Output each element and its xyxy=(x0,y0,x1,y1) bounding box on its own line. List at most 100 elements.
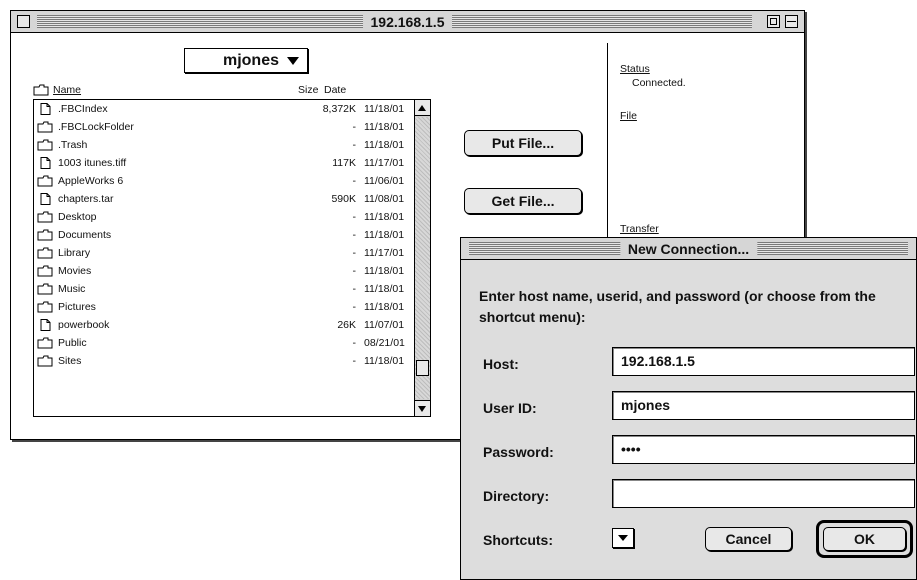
file-row[interactable]: Library -11/17/01 xyxy=(34,244,414,262)
file-date: 11/08/01 xyxy=(364,193,405,205)
chevron-down-icon xyxy=(287,57,299,65)
file-date: 11/18/01 xyxy=(364,355,405,367)
file-date: 11/17/01 xyxy=(364,157,405,169)
folder-icon xyxy=(37,265,53,277)
document-icon xyxy=(40,319,51,331)
file-row[interactable]: Public -08/21/01 xyxy=(34,334,414,352)
file-size: 8,372K xyxy=(322,103,356,115)
file-date: 11/18/01 xyxy=(364,283,405,295)
window-title: 192.168.1.5 xyxy=(362,13,453,31)
folder-popup-label: mjones xyxy=(222,52,279,69)
user-id-label: User ID: xyxy=(483,400,537,416)
get-file-button[interactable]: Get File... xyxy=(464,188,582,214)
folder-icon xyxy=(37,139,53,151)
dialog-titlebar[interactable]: New Connection... xyxy=(461,238,916,260)
scroll-down-arrow-icon[interactable] xyxy=(415,400,430,416)
file-name: Music xyxy=(58,283,86,295)
file-date: 11/06/01 xyxy=(364,175,405,187)
file-date: 11/18/01 xyxy=(364,103,405,115)
folder-icon xyxy=(37,355,53,367)
file-list-header: Name Size Date xyxy=(33,84,413,98)
folder-icon xyxy=(37,175,53,187)
file-row[interactable]: chapters.tar 590K 11/08/01 xyxy=(34,190,414,208)
file-row[interactable]: Pictures -11/18/01 xyxy=(34,298,414,316)
file-row[interactable]: AppleWorks 6 -11/06/01 xyxy=(34,172,414,190)
file-row[interactable]: Desktop -11/18/01 xyxy=(34,208,414,226)
file-name: .FBCLockFolder xyxy=(58,121,134,133)
file-name: .Trash xyxy=(58,139,88,151)
folder-up-icon[interactable] xyxy=(33,84,49,96)
file-size: - xyxy=(352,139,357,151)
file-date: 11/18/01 xyxy=(364,265,405,277)
status-label: Status xyxy=(620,63,650,75)
file-row[interactable]: 1003 itunes.tiff 117K 11/17/01 xyxy=(34,154,414,172)
file-size: - xyxy=(352,265,357,277)
file-name: chapters.tar xyxy=(58,193,114,205)
transfer-label: Transfer xyxy=(620,223,659,235)
file-name: Public xyxy=(58,337,87,349)
scroll-track[interactable] xyxy=(415,117,430,399)
user-id-field[interactable]: mjones xyxy=(612,391,915,420)
file-date: 11/18/01 xyxy=(364,139,405,151)
collapse-box-icon[interactable] xyxy=(785,15,798,28)
file-name: Library xyxy=(58,247,91,259)
file-date: 11/18/01 xyxy=(364,211,405,223)
document-icon xyxy=(40,103,51,115)
dialog-title: New Connection... xyxy=(619,240,758,258)
file-row[interactable]: powerbook 26K 11/07/01 xyxy=(34,316,414,334)
file-size: - xyxy=(352,211,357,223)
cancel-button[interactable]: Cancel xyxy=(705,527,792,551)
file-row[interactable]: Movies -11/18/01 xyxy=(34,262,414,280)
folder-icon xyxy=(37,337,53,349)
put-file-button[interactable]: Put File... xyxy=(464,130,582,156)
dialog-prompt: Enter host name, userid, and password (o… xyxy=(479,288,876,325)
close-box-icon[interactable] xyxy=(17,15,30,28)
file-size: - xyxy=(352,355,357,367)
file-row[interactable]: .Trash -11/18/01 xyxy=(34,136,414,154)
column-header-date[interactable]: Date xyxy=(324,84,346,96)
file-row[interactable]: Documents -11/18/01 xyxy=(34,226,414,244)
file-size: - xyxy=(352,283,357,295)
file-size: - xyxy=(352,301,357,313)
document-icon xyxy=(40,157,51,169)
file-name: .FBCIndex xyxy=(58,103,108,115)
file-row[interactable]: Music -11/18/01 xyxy=(34,280,414,298)
zoom-box-icon[interactable] xyxy=(767,15,780,28)
scroll-thumb[interactable] xyxy=(416,360,429,376)
file-size: - xyxy=(352,121,357,133)
file-date: 08/21/01 xyxy=(364,337,405,349)
file-name: Movies xyxy=(58,265,92,277)
password-field[interactable]: •••• xyxy=(612,435,915,464)
file-row[interactable]: .FBCLockFolder -11/18/01 xyxy=(34,118,414,136)
folder-icon xyxy=(37,301,53,313)
file-size: - xyxy=(352,337,357,349)
shortcuts-popup-menu[interactable] xyxy=(612,528,634,548)
password-label: Password: xyxy=(483,444,554,460)
file-row[interactable]: .FBCIndex 8,372K 11/18/01 xyxy=(34,100,414,118)
file-name: powerbook xyxy=(58,319,110,331)
host-field[interactable]: 192.168.1.5 xyxy=(612,347,915,376)
file-label: File xyxy=(620,110,637,122)
column-header-name[interactable]: Name xyxy=(53,84,81,96)
ok-button[interactable]: OK xyxy=(823,527,906,551)
shortcuts-label: Shortcuts: xyxy=(483,532,553,548)
folder-popup-menu[interactable]: mjones xyxy=(184,48,308,73)
folder-icon xyxy=(37,211,53,223)
directory-label: Directory: xyxy=(483,488,550,504)
file-name: Pictures xyxy=(58,301,96,313)
window-titlebar[interactable]: 192.168.1.5 xyxy=(11,11,804,33)
column-header-size[interactable]: Size xyxy=(298,84,318,96)
new-connection-dialog: New Connection... Enter host name, useri… xyxy=(460,237,917,580)
file-list-scrollbar[interactable] xyxy=(414,100,430,416)
file-row[interactable]: Sites -11/18/01 xyxy=(34,352,414,370)
folder-icon xyxy=(37,283,53,295)
folder-icon xyxy=(37,229,53,241)
file-name: 1003 itunes.tiff xyxy=(58,157,127,169)
file-list-rows: .FBCIndex 8,372K 11/18/01 .FBCLockFolder -11… xyxy=(34,100,414,416)
directory-field[interactable] xyxy=(612,479,915,508)
scroll-up-arrow-icon[interactable] xyxy=(415,100,430,116)
file-size: 26K xyxy=(337,319,356,331)
folder-icon xyxy=(37,121,53,133)
file-name: AppleWorks 6 xyxy=(58,175,124,187)
file-size: 590K xyxy=(331,193,356,205)
